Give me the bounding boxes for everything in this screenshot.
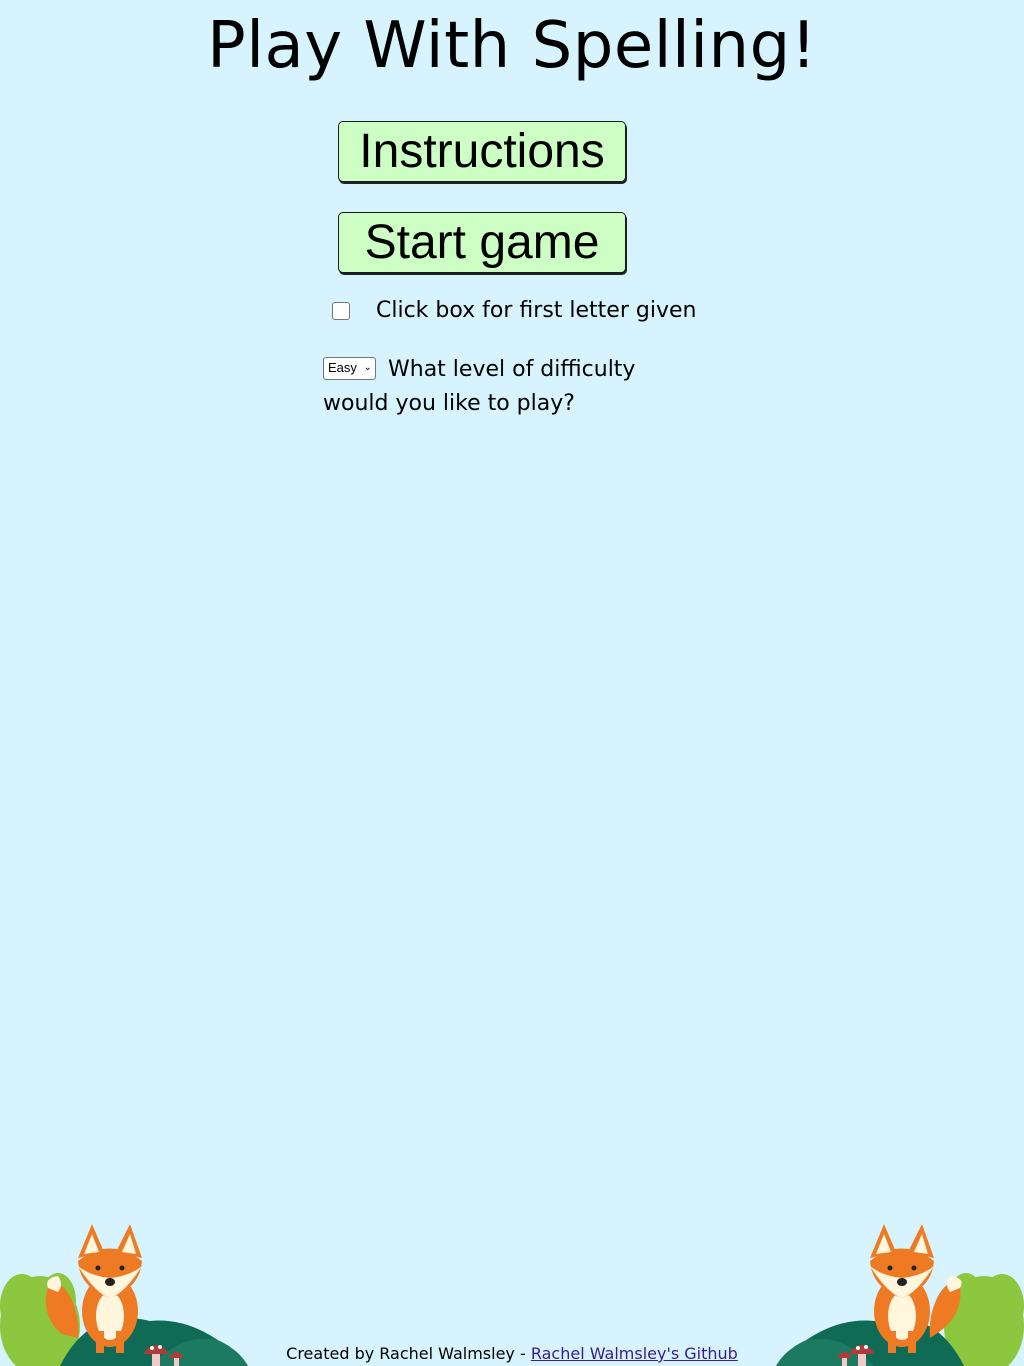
- first-letter-option: Click box for first letter given: [332, 296, 696, 326]
- fox-scene-right: [776, 1224, 1024, 1366]
- footer: Created by Rachel Walmsley - Rachel Walm…: [0, 1343, 1024, 1365]
- difficulty-option: Easy ⌄ What level of difficulty would yo…: [323, 353, 663, 421]
- first-letter-label: Click box for first letter given: [376, 298, 697, 323]
- difficulty-selected-value: Easy: [328, 360, 357, 375]
- footer-credit: Created by Rachel Walmsley -: [286, 1344, 526, 1363]
- instructions-button[interactable]: Instructions: [338, 121, 626, 182]
- difficulty-select[interactable]: Easy ⌄: [323, 356, 376, 380]
- fox-scene-left: [0, 1224, 248, 1366]
- github-link[interactable]: Rachel Walmsley's Github: [531, 1344, 738, 1363]
- first-letter-checkbox[interactable]: [332, 302, 350, 320]
- start-game-button[interactable]: Start game: [338, 212, 626, 273]
- chevron-down-icon: ⌄: [363, 362, 372, 373]
- page-title: Play With Spelling!: [207, 9, 817, 83]
